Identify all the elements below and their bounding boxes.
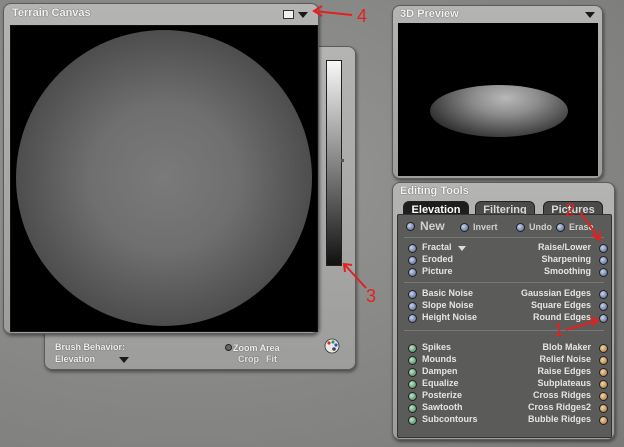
cross-ridges-dot[interactable] (599, 392, 608, 401)
gaussian-edges-dot[interactable] (599, 290, 608, 299)
annotation-4: 4 (357, 6, 368, 26)
basic-noise-item[interactable]: Basic Noise (422, 288, 473, 298)
editing-tools-title: Editing Tools (400, 185, 469, 197)
gradient-marker (341, 159, 344, 162)
round-edges-dot[interactable] (599, 314, 608, 323)
annotation-3: 3 (366, 286, 377, 306)
divider (404, 330, 604, 331)
chevron-down-icon[interactable] (458, 246, 466, 251)
relief-noise-dot[interactable] (599, 356, 608, 365)
zoom-area-radio[interactable] (225, 344, 232, 351)
raise-lower-dot[interactable] (599, 244, 608, 253)
chevron-down-icon[interactable] (585, 12, 595, 18)
blob-maker-item[interactable]: Blob Maker (542, 342, 591, 352)
equalize-dot[interactable] (408, 380, 417, 389)
square-edges-item[interactable]: Square Edges (531, 300, 591, 310)
erase-dot[interactable] (556, 223, 565, 232)
sawtooth-dot[interactable] (408, 404, 417, 413)
preview-panel: 3D Preview (392, 5, 603, 179)
palette-icon[interactable] (324, 338, 340, 354)
posterize-dot[interactable] (408, 392, 417, 401)
picture-item[interactable]: Picture (422, 266, 453, 276)
sharpening-item[interactable]: Sharpening (541, 254, 591, 264)
preview-title: 3D Preview (400, 8, 459, 20)
smoothing-dot[interactable] (599, 268, 608, 277)
crop-button[interactable]: Crop (238, 354, 259, 364)
spikes-dot[interactable] (408, 344, 417, 353)
elevation-gradient-bar[interactable] (326, 60, 342, 266)
slope-noise-item[interactable]: Slope Noise (422, 300, 474, 310)
brush-behavior-dropdown[interactable]: Elevation (55, 354, 95, 364)
smoothing-item[interactable]: Smoothing (544, 266, 591, 276)
terrain-heightmap (16, 30, 312, 326)
invert-button[interactable]: Invert (473, 222, 498, 232)
chevron-down-icon[interactable] (298, 12, 308, 18)
fractal-dot[interactable] (408, 244, 417, 253)
terrain-canvas-title: Terrain Canvas (12, 7, 91, 19)
height-noise-dot[interactable] (408, 314, 417, 323)
sharpening-dot[interactable] (599, 256, 608, 265)
cross-ridges-item[interactable]: Cross Ridges (533, 390, 591, 400)
dampen-item[interactable]: Dampen (422, 366, 458, 376)
eroded-dot[interactable] (408, 256, 417, 265)
fractal-item[interactable]: Fractal (422, 242, 452, 252)
subcontours-item[interactable]: Subcontours (422, 414, 478, 424)
subcontours-dot[interactable] (408, 416, 417, 425)
undo-button[interactable]: Undo (529, 222, 552, 232)
dampen-dot[interactable] (408, 368, 417, 377)
mounds-item[interactable]: Mounds (422, 354, 457, 364)
new-dot[interactable] (406, 222, 415, 231)
relief-noise-item[interactable]: Relief Noise (539, 354, 591, 364)
chevron-down-icon[interactable] (119, 357, 129, 363)
brush-behavior-label: Brush Behavior: (55, 342, 126, 352)
posterize-item[interactable]: Posterize (422, 390, 462, 400)
bubble-ridges-item[interactable]: Bubble Ridges (528, 414, 591, 424)
terrain-canvas[interactable] (10, 25, 318, 332)
editing-tools-panel: Editing Tools Elevation Filtering Pictur… (392, 182, 615, 440)
divider (404, 237, 604, 238)
slope-noise-dot[interactable] (408, 302, 417, 311)
height-noise-item[interactable]: Height Noise (422, 312, 477, 322)
annotation-1: 1 (554, 320, 565, 340)
window-icon[interactable] (283, 10, 294, 19)
new-button[interactable]: New (420, 219, 445, 233)
raise-edges-item[interactable]: Raise Edges (537, 366, 591, 376)
zoom-area-label[interactable]: Zoom Area (233, 343, 280, 353)
bubble-ridges-dot[interactable] (599, 416, 608, 425)
fit-button[interactable]: Fit (266, 354, 277, 364)
invert-dot[interactable] (460, 223, 469, 232)
basic-noise-dot[interactable] (408, 290, 417, 299)
divider (404, 282, 604, 283)
subplateaus-dot[interactable] (599, 380, 608, 389)
cross-ridges2-item[interactable]: Cross Ridges2 (528, 402, 591, 412)
annotation-2: 2 (565, 200, 576, 220)
sawtooth-item[interactable]: Sawtooth (422, 402, 463, 412)
mounds-dot[interactable] (408, 356, 417, 365)
undo-dot[interactable] (516, 223, 525, 232)
spikes-item[interactable]: Spikes (422, 342, 451, 352)
raise-edges-dot[interactable] (599, 368, 608, 377)
eroded-item[interactable]: Eroded (422, 254, 453, 264)
cross-ridges2-dot[interactable] (599, 404, 608, 413)
tools-list: New Invert Undo Erase Fractal Eroded Pic… (397, 214, 612, 438)
raise-lower-item[interactable]: Raise/Lower (538, 242, 591, 252)
gaussian-edges-item[interactable]: Gaussian Edges (521, 288, 591, 298)
picture-dot[interactable] (408, 268, 417, 277)
terrain-preview-render (430, 85, 568, 137)
erase-button[interactable]: Erase (569, 222, 594, 232)
square-edges-dot[interactable] (599, 302, 608, 311)
subplateaus-item[interactable]: Subplateaus (537, 378, 591, 388)
equalize-item[interactable]: Equalize (422, 378, 459, 388)
blob-maker-dot[interactable] (599, 344, 608, 353)
terrain-canvas-panel: Terrain Canvas (3, 3, 319, 334)
preview-viewport[interactable] (398, 23, 598, 176)
